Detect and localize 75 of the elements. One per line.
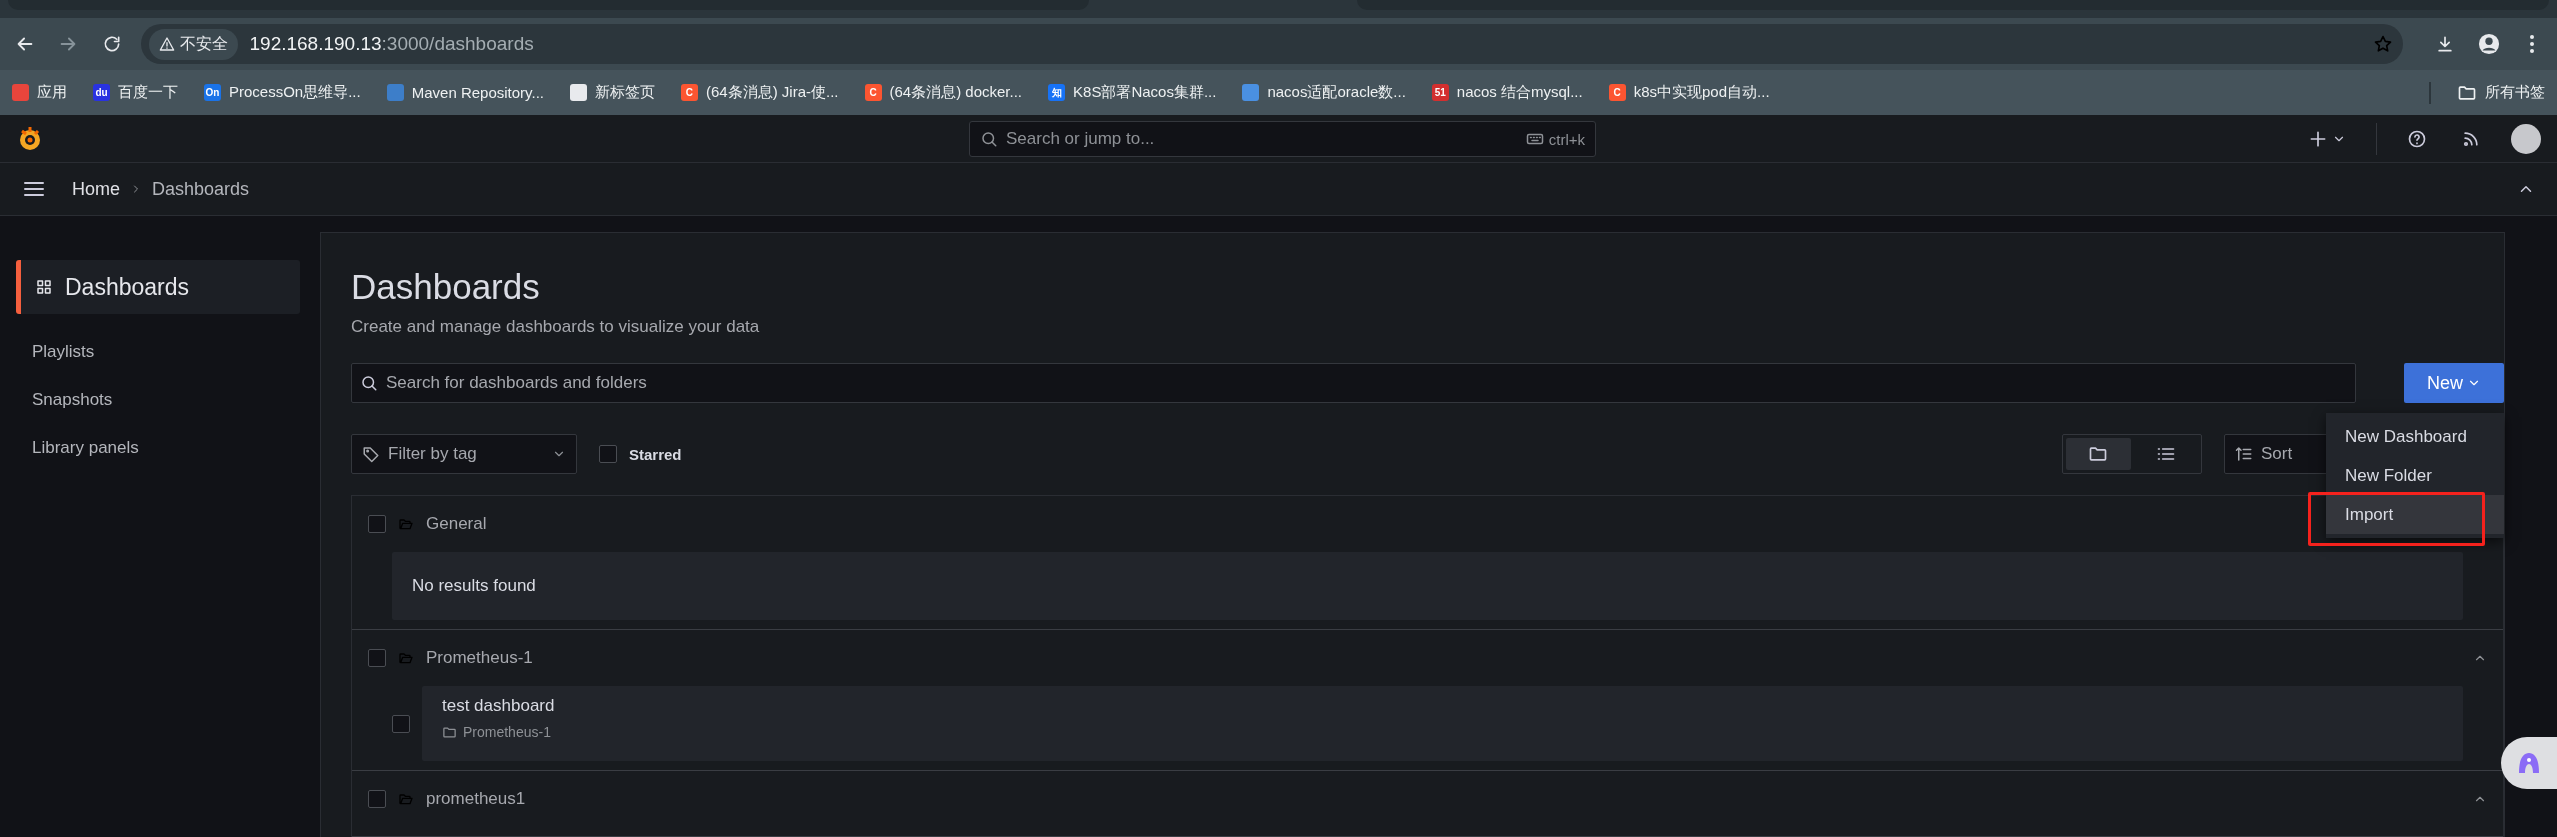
assistant-float-button[interactable]	[2501, 737, 2557, 789]
bookmark-icon: C	[681, 84, 698, 101]
menu-item[interactable]: New Dashboard	[2326, 417, 2504, 456]
bookmark-icon: On	[204, 84, 221, 101]
folder-icon	[398, 516, 414, 532]
bookmark-icon: 51	[1431, 84, 1449, 101]
folder-name[interactable]: General	[426, 514, 487, 534]
folder-name[interactable]: prometheus1	[426, 789, 526, 809]
search-icon	[980, 130, 998, 148]
tag-icon	[362, 445, 380, 463]
folder-icon	[2088, 444, 2109, 464]
page-subtitle: Create and manage dashboards to visualize your data	[351, 317, 761, 337]
bookmark-icon: du	[93, 84, 110, 101]
dashboard-checkbox[interactable]	[392, 714, 410, 733]
folder-checkbox[interactable]	[368, 649, 386, 667]
security-label: 不安全	[179, 33, 228, 54]
bookmark[interactable]: nacos适配oracle数...	[1242, 83, 1406, 102]
help-icon	[2407, 128, 2427, 149]
bookmark[interactable]: On ProcessOn思维导...	[204, 83, 361, 102]
starred-checkbox[interactable]	[599, 445, 617, 463]
folder-icon	[442, 724, 457, 740]
bookmark[interactable]: C k8s中实现pod自动...	[1608, 83, 1770, 102]
dashboard-card[interactable]: test dashboard Prometheus-1	[422, 686, 2463, 761]
folder-icon	[398, 650, 414, 666]
url-host: 192.168.190.13	[249, 33, 382, 55]
new-button[interactable]: New	[2404, 363, 2504, 403]
tag-filter-placeholder: Filter by tag	[388, 444, 477, 464]
folder-icon	[398, 791, 414, 807]
dashboard-title: test dashboard	[442, 696, 556, 716]
menu-item[interactable]: Import	[2326, 495, 2504, 534]
page-title: Dashboards	[351, 267, 541, 307]
bookmark[interactable]: 新标签页	[570, 83, 655, 102]
folder-view-button[interactable]	[2066, 438, 2131, 470]
sidebar-item[interactable]: Library panels	[16, 424, 300, 472]
bookmark[interactable]: 应用	[12, 83, 67, 102]
person-icon	[2477, 33, 2500, 55]
kebab-menu-icon	[2529, 34, 2536, 54]
bookmark-icon: C	[864, 84, 882, 101]
sort-placeholder: Sort	[2261, 444, 2293, 464]
bookmark[interactable]: Maven Repository...	[386, 84, 544, 101]
bookmark[interactable]: du 百度一下	[93, 83, 178, 102]
address-bar[interactable]: 不安全 192.168.190.13:3000/dashboards	[140, 24, 2403, 64]
bookmark[interactable]: 知 K8S部署Nacos集群...	[1048, 83, 1217, 102]
search-placeholder: Search or jump to...	[1006, 129, 1155, 149]
folder-checkbox[interactable]	[368, 515, 386, 533]
url-path: :3000/dashboards	[381, 33, 534, 55]
dashboard-search-field[interactable]: Search for dashboards and folders	[351, 363, 2356, 403]
starred-label: Starred	[629, 445, 682, 463]
breadcrumb-link[interactable]: Dashboards	[152, 178, 250, 200]
search-icon	[360, 374, 378, 392]
tag-filter-select[interactable]: Filter by tag	[351, 434, 577, 474]
bookmark-icon: 知	[1048, 84, 1066, 101]
dashboard-folder: Prometheus-1	[463, 724, 551, 740]
menu-item[interactable]: New Folder	[2326, 456, 2504, 495]
warning-icon	[158, 36, 175, 52]
all-bookmarks-button[interactable]: 所有书签	[2457, 82, 2545, 103]
sort-icon	[2235, 445, 2253, 463]
security-chip[interactable]: 不安全	[148, 28, 238, 60]
sidebar-item[interactable]: Snapshots	[16, 376, 300, 424]
avatar[interactable]	[2511, 123, 2541, 154]
breadcrumb-link[interactable]: Home	[72, 178, 120, 200]
shortcut-hint: ctrl+k	[1525, 130, 1585, 148]
star-icon	[2372, 34, 2393, 54]
reload-icon	[101, 34, 122, 54]
empty-message: No results found	[392, 552, 2463, 620]
bookmark[interactable]: C (64条消息) Jira-使...	[681, 83, 839, 102]
folder-name[interactable]: Prometheus-1	[426, 648, 533, 668]
folder-checkbox[interactable]	[368, 790, 386, 808]
sidebar-item[interactable]: Dashboards	[16, 260, 300, 314]
bookmark[interactable]: C (64条消息) docker...	[864, 83, 1023, 102]
sidebar-item[interactable]: Playlists	[16, 328, 300, 376]
bookmark[interactable]: 51 nacos 结合mysql...	[1431, 83, 1583, 102]
grid-icon	[35, 278, 53, 296]
search-field[interactable]: Search or jump to... ctrl+k	[969, 121, 1596, 157]
bookmark-icon: C	[1608, 84, 1626, 101]
